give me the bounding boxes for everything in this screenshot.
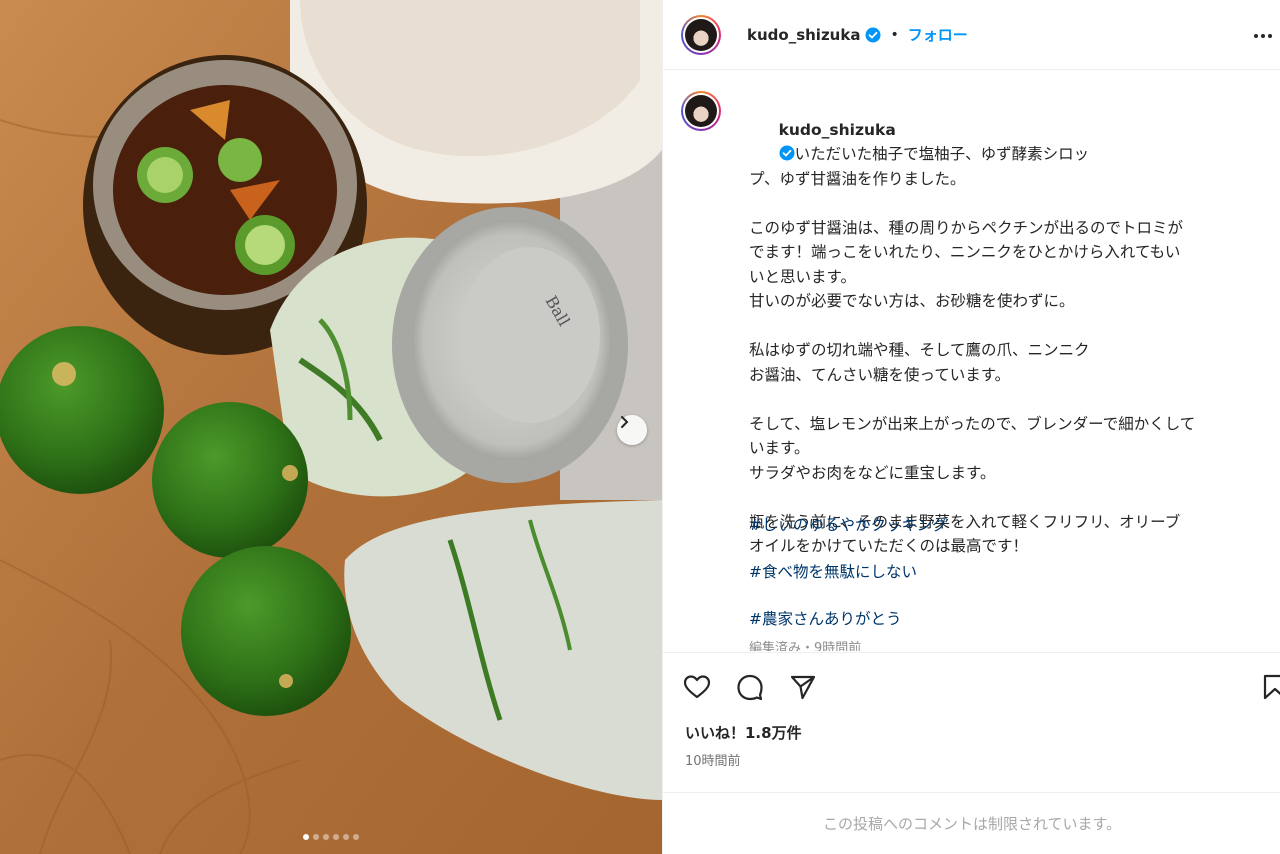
action-bar	[663, 652, 1280, 720]
caption-intro: いただいた柚子で塩柚子、ゆず酵素シロッ プ、ゆず甘醤油を作りました。	[749, 145, 1090, 188]
likes-count[interactable]: いいね！1.8万件	[685, 722, 802, 743]
verified-badge-icon	[779, 145, 795, 161]
caption-avatar[interactable]	[681, 91, 721, 131]
carousel-next-button[interactable]	[617, 415, 647, 445]
carousel-indicator	[0, 834, 662, 840]
carousel-dot	[343, 834, 349, 840]
carousel-dot	[313, 834, 319, 840]
photo-illustration: Ball	[0, 0, 662, 854]
carousel-dot	[303, 834, 309, 840]
chevron-right-icon	[621, 416, 629, 428]
carousel-dot	[333, 834, 339, 840]
comment-icon[interactable]	[736, 673, 764, 701]
separator-dot: •	[890, 26, 899, 43]
follow-button[interactable]: フォロー	[908, 24, 968, 45]
header-username[interactable]: kudo_shizuka	[747, 26, 860, 44]
more-options-icon[interactable]	[1253, 26, 1273, 46]
comments-disabled-notice: この投稿へのコメントは制限されています。	[663, 792, 1280, 854]
caption-username[interactable]: kudo_shizuka	[779, 121, 896, 139]
caption-area: kudo_shizuka いただいた柚子で塩柚子、ゆず酵素シロッ プ、ゆず甘醤油…	[663, 71, 1280, 651]
carousel-dot	[323, 834, 329, 840]
post-photo[interactable]: Ball	[0, 0, 662, 854]
edited-timestamp: 編集済み・9時間前	[749, 641, 862, 651]
post-timestamp[interactable]: 10時間前	[685, 750, 741, 769]
hashtag-link[interactable]: #しぃのゆるやかクッキング	[749, 513, 948, 535]
carousel-dot	[353, 834, 359, 840]
hashtag-link[interactable]: #農家さんありがとう	[749, 607, 902, 629]
hashtag-link[interactable]: #食べ物を無駄にしない	[749, 560, 917, 582]
share-icon[interactable]	[789, 673, 817, 701]
post-detail-panel: kudo_shizuka • フォロー kudo_shizuka いただいた柚子…	[662, 0, 1280, 854]
save-bookmark-icon[interactable]	[1261, 673, 1280, 701]
caption-text: kudo_shizuka いただいた柚子で塩柚子、ゆず酵素シロッ プ、ゆず甘醤油…	[749, 93, 1269, 583]
caption-body: このゆず甘醤油は、種の周りからペクチンが出るのでトロミが でます！端っこをいれた…	[749, 218, 1196, 556]
avatar[interactable]	[681, 15, 721, 55]
like-heart-icon[interactable]	[683, 673, 711, 701]
verified-badge-icon	[865, 27, 881, 42]
post-header: kudo_shizuka • フォロー	[663, 0, 1280, 70]
